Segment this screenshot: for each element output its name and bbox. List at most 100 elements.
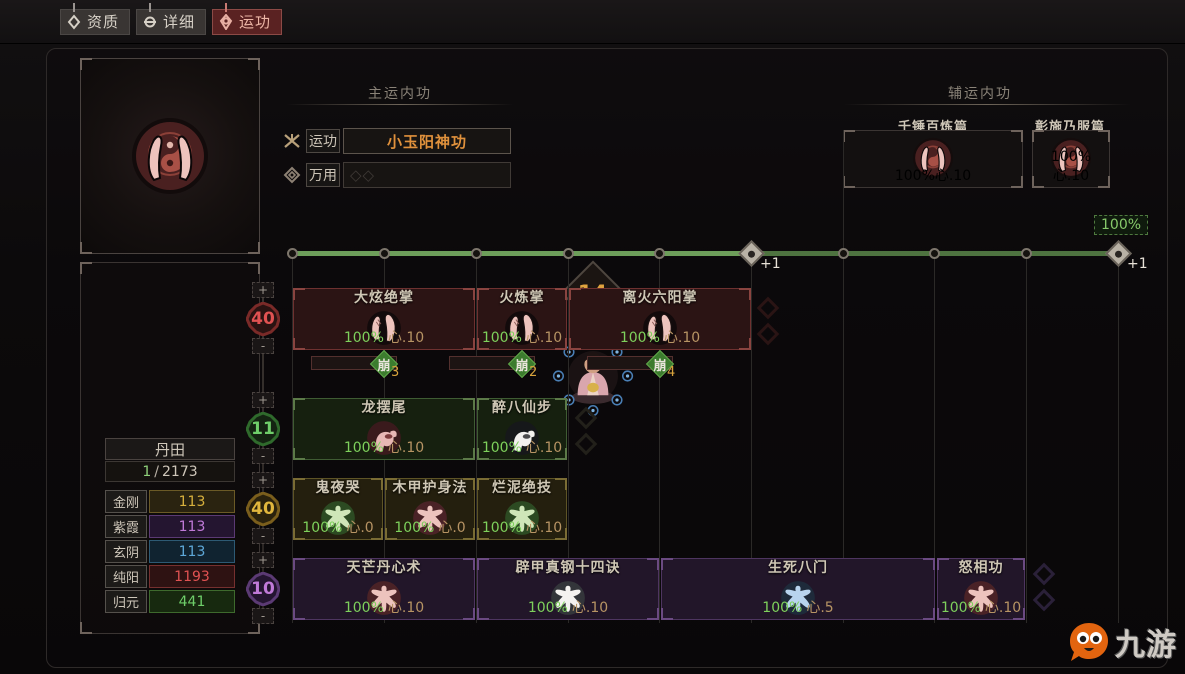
element-badge-beng-0[interactable]: 崩 3 xyxy=(311,349,399,380)
stat-name: 紫霞 xyxy=(105,515,147,538)
yungong-value-box[interactable]: 小玉阳神功 xyxy=(343,128,511,154)
element-badge-beng-2[interactable]: 崩 4 xyxy=(587,349,675,380)
skill-card-longbaiwei[interactable]: 龙摆尾 100% 心.10 xyxy=(293,398,475,460)
aux-card-0[interactable]: 100%心.10 xyxy=(843,130,1023,188)
handle-center xyxy=(746,248,757,259)
skill-name: 辟甲真钢十四诀 xyxy=(515,560,621,576)
frame-corner xyxy=(248,58,260,70)
skill-card-guiyeku[interactable]: 鬼夜哭 100% 心.0 xyxy=(293,478,383,540)
stat-row: 纯阳 1193 xyxy=(105,565,235,588)
progress-track-filled[interactable] xyxy=(293,251,751,256)
aux-card-footer: 100%心.10 xyxy=(844,165,1022,185)
skill-lvl: 心.10 xyxy=(387,600,425,616)
skill-card-tianmangdanxinshu[interactable]: 天芒丹心术 100% 心.10 xyxy=(293,558,475,620)
skill-lvl: 心.10 xyxy=(663,330,701,346)
stepper-minus-3[interactable]: - xyxy=(252,608,274,624)
track-node[interactable] xyxy=(287,248,298,259)
skill-name: 大炫绝掌 xyxy=(354,290,414,306)
skill-card-shengsibamen[interactable]: 生死八门 100% 心.5 xyxy=(661,558,935,620)
top-tab-bar: 资质 详细 运功 xyxy=(0,0,1185,44)
skill-lvl: 心.10 xyxy=(984,600,1022,616)
skill-footer: 100% 心.10 xyxy=(478,517,566,537)
section-rule xyxy=(843,104,1131,105)
skill-card-lihuoliuyangzhang[interactable]: 离火六阳掌 100% 心.10 xyxy=(569,288,751,350)
skill-card-zuibaxianbu[interactable]: 醉八仙步 100% 心.10 xyxy=(477,398,567,460)
stepper-number: 40 xyxy=(251,309,275,329)
skill-pct: 100% xyxy=(940,600,981,616)
skill-card-mujiahushenfa[interactable]: 木甲护身法 100% 心.0 xyxy=(385,478,475,540)
skill-card-huolianzhang[interactable]: 火炼掌 100% 心.10 xyxy=(477,288,567,350)
skill-name: 生死八门 xyxy=(768,560,828,576)
stepper-minus-1[interactable]: - xyxy=(252,448,274,464)
stepper-plus-3[interactable]: + xyxy=(252,552,274,568)
stepper-plus-1[interactable]: + xyxy=(252,392,274,408)
track-node[interactable] xyxy=(1021,248,1032,259)
dantian-progress: 1 / 2173 xyxy=(105,461,235,482)
stepper-value-2[interactable]: 40 xyxy=(246,492,280,526)
stepper-value-1[interactable]: 11 xyxy=(246,412,280,446)
tab-pin-stem xyxy=(149,2,152,12)
knot-icon xyxy=(283,166,301,184)
stepper-value-3[interactable]: 10 xyxy=(246,572,280,606)
skill-pct: 100% xyxy=(481,330,522,346)
tab-label: 资质 xyxy=(87,13,120,31)
aux-section-title: 辅运内功 xyxy=(948,86,1012,102)
ring-pin-icon xyxy=(144,16,157,27)
track-node[interactable] xyxy=(838,248,849,259)
tab-yungong[interactable]: 运功 xyxy=(212,2,283,35)
tab-pin-stem xyxy=(225,2,228,12)
tab-zizhi[interactable]: 资质 xyxy=(60,2,131,35)
skill-lvl: 心.5 xyxy=(806,600,834,616)
column-guide xyxy=(843,130,844,623)
skill-lvl: 心.10 xyxy=(387,330,425,346)
frame-corner xyxy=(248,262,260,274)
aux-card-lvl: 心.10 xyxy=(1052,168,1090,184)
skill-footer: 100% 心.0 xyxy=(294,517,382,537)
skill-lvl: 心.10 xyxy=(525,520,563,536)
wanyong-field-row: 万用 ◇◇ xyxy=(282,162,511,188)
frame-corner xyxy=(248,242,260,254)
skill-lvl: 心.10 xyxy=(571,600,609,616)
praying-hands-icon xyxy=(132,118,208,194)
skill-card-daxuanjuezhang[interactable]: 大炫绝掌 100% 心.10 xyxy=(293,288,475,350)
handle-center xyxy=(1113,248,1124,259)
stat-name: 金刚 xyxy=(105,490,147,513)
stepper-plus-0[interactable]: + xyxy=(252,282,274,298)
track-node[interactable] xyxy=(929,248,940,259)
skill-pct: 100% xyxy=(302,520,343,536)
skill-pct: 100% xyxy=(481,520,522,536)
stepper-value-0[interactable]: 40 xyxy=(246,302,280,336)
wanyong-value-box[interactable]: ◇◇ xyxy=(343,162,511,188)
stepper-minus-0[interactable]: - xyxy=(252,338,274,354)
dantian-separator: / xyxy=(154,463,159,480)
track-node[interactable] xyxy=(654,248,665,259)
screen-root: 资质 详细 运功 丹田 1 / 2173 金刚 113 紫霞 113 玄阴 11… xyxy=(0,0,1185,674)
track-node[interactable] xyxy=(563,248,574,259)
skill-lvl: 心.0 xyxy=(346,520,374,536)
badge-number: 4 xyxy=(667,365,676,380)
skill-name: 天芒丹心术 xyxy=(346,560,422,576)
skill-card-pijiazhengangshisijue[interactable]: 辟甲真钢十四诀 100% 心.10 xyxy=(477,558,659,620)
skill-card-lannijueji[interactable]: 烂泥绝技 100% 心.10 xyxy=(477,478,567,540)
skill-pct: 100% xyxy=(343,600,384,616)
aux-card-1[interactable]: 100% 心.10 xyxy=(1032,130,1110,188)
element-badge-beng-1[interactable]: 崩 2 xyxy=(449,349,537,380)
track-node[interactable] xyxy=(379,248,390,259)
skill-name: 烂泥绝技 xyxy=(492,480,552,496)
tab-xiangxi[interactable]: 详细 xyxy=(136,2,207,35)
main-skill-portrait[interactable] xyxy=(80,58,260,254)
stat-value: 441 xyxy=(149,590,235,613)
track-node[interactable] xyxy=(471,248,482,259)
stat-value: 113 xyxy=(149,515,235,538)
skill-name: 木甲护身法 xyxy=(392,480,468,496)
skill-lvl: 心.10 xyxy=(525,330,563,346)
stepper-plus-2[interactable]: + xyxy=(252,472,274,488)
stat-name: 归元 xyxy=(105,590,147,613)
section-rule xyxy=(286,104,514,105)
skill-lvl: 心.10 xyxy=(525,440,563,456)
tab-label: 运功 xyxy=(239,13,272,31)
stepper-minus-2[interactable]: - xyxy=(252,528,274,544)
dantian-label: 丹田 xyxy=(105,438,235,460)
frame-corner xyxy=(80,622,92,634)
skill-card-nuxianggong[interactable]: 怒相功 100% 心.10 xyxy=(937,558,1025,620)
